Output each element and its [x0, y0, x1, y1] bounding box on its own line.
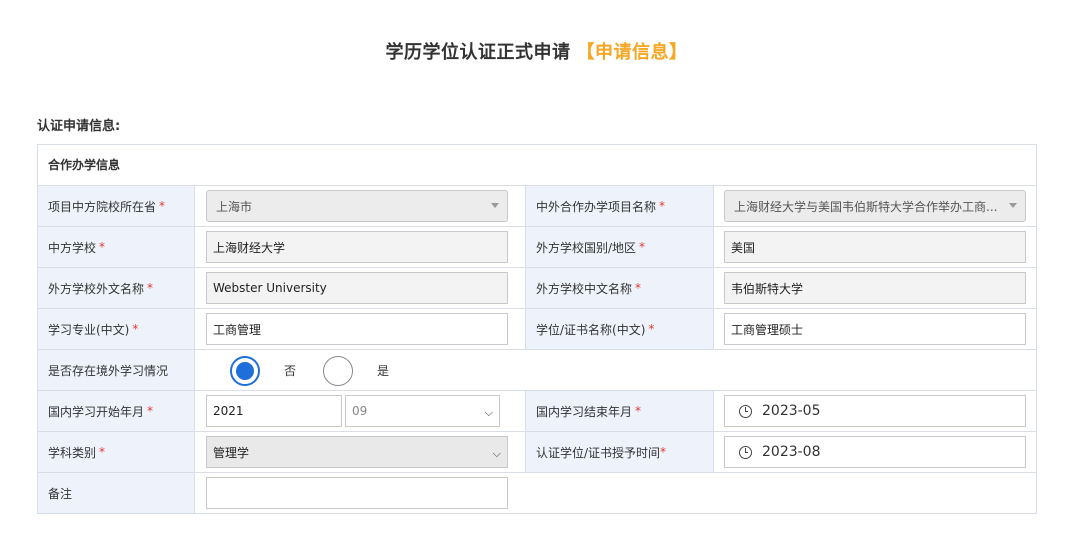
page-title: 学历学位认证正式申请 【申请信息】 [0, 38, 1073, 64]
required-mark: * [147, 281, 154, 295]
overseas-study-radio-yes[interactable] [323, 356, 353, 386]
required-mark: * [660, 445, 667, 459]
foreign-country-field[interactable]: 美国 [724, 231, 1026, 263]
clock-icon [739, 445, 752, 459]
foreign-country-label: 外方学校国别/地区 * [525, 227, 714, 267]
discipline-label: 学科类别 * [38, 432, 195, 472]
required-mark: * [132, 322, 139, 336]
required-mark: * [159, 199, 166, 213]
form-row-remarks: 备注 [38, 473, 1036, 513]
start-date-label: 国内学习开始年月 * [38, 391, 195, 431]
page-title-text: 学历学位认证正式申请 [385, 42, 571, 63]
overseas-study-radio-no[interactable] [230, 356, 260, 386]
discipline-select-value: 管理学 [213, 445, 250, 460]
required-mark: * [659, 199, 666, 213]
required-mark: * [639, 240, 646, 254]
major-label: 学习专业(中文) * [38, 309, 195, 349]
foreign-name-cn-label: 外方学校中文名称 * [525, 268, 714, 308]
page-title-accent: 【申请信息】 [576, 42, 688, 63]
chinese-school-label-text: 中方学校 [48, 240, 97, 255]
form-row-chinese-school: 中方学校 * 上海财经大学 外方学校国别/地区 * 美国 [38, 227, 1036, 268]
required-mark: * [648, 322, 655, 336]
start-year-input[interactable]: 2021 [206, 395, 342, 427]
remarks-input[interactable] [206, 477, 508, 509]
remarks-label: 备注 [38, 473, 195, 513]
project-name-select[interactable]: 上海财经大学与美国韦伯斯特大学合作举办工商... [724, 190, 1026, 222]
form-row-overseas-study: 是否存在境外学习情况 否 是 [38, 350, 1036, 391]
foreign-name-en-field[interactable]: Webster University [206, 272, 508, 304]
required-mark: * [635, 404, 642, 418]
start-date-label-text: 国内学习开始年月 [48, 404, 145, 419]
province-select[interactable]: 上海市 [206, 190, 508, 222]
province-select-value: 上海市 [216, 199, 253, 214]
overseas-study-label: 是否存在境外学习情况 [38, 350, 195, 390]
caret-down-icon [491, 203, 499, 208]
section-label: 认证申请信息: [37, 119, 121, 134]
chevron-down-icon: ⌵ [484, 406, 493, 419]
project-name-label: 中外合作办学项目名称 * [525, 186, 714, 226]
end-date-label-text: 国内学习结束年月 [536, 404, 633, 419]
province-label: 项目中方院校所在省 * [38, 186, 195, 226]
overseas-study-radio-yes-label[interactable]: 是 [377, 362, 389, 379]
start-month-value: 09 [352, 404, 368, 418]
form-row-study-dates: 国内学习开始年月 * 2021 09 ⌵ 国内学习结束年月 * 2023-05 [38, 391, 1036, 432]
foreign-country-label-text: 外方学校国别/地区 [536, 240, 637, 255]
foreign-name-en-label: 外方学校外文名称 * [38, 268, 195, 308]
award-date-label-text: 认证学位/证书授予时间 [536, 445, 661, 460]
award-date-label: 认证学位/证书授予时间 * [525, 432, 714, 472]
caret-down-icon [1009, 203, 1017, 208]
foreign-name-en-label-text: 外方学校外文名称 [48, 281, 145, 296]
project-name-label-text: 中外合作办学项目名称 [536, 199, 657, 214]
end-date-label: 国内学习结束年月 * [525, 391, 714, 431]
major-label-text: 学习专业(中文) [48, 322, 130, 337]
degree-name-input[interactable]: 工商管理硕士 [724, 313, 1026, 345]
chevron-down-icon: ⌵ [492, 447, 501, 460]
discipline-label-text: 学科类别 [48, 445, 97, 460]
form-row-foreign-name: 外方学校外文名称 * Webster University 外方学校中文名称 * 韦… [38, 268, 1036, 309]
project-name-select-value: 上海财经大学与美国韦伯斯特大学合作举办工商... [734, 199, 998, 214]
form-row-discipline: 学科类别 * 管理学 ⌵ 认证学位/证书授予时间 * 2023-08 [38, 432, 1036, 473]
end-date-value: 2023-05 [762, 403, 821, 419]
award-date-value: 2023-08 [762, 444, 821, 460]
form-header: 合作办学信息 [38, 145, 1036, 186]
required-mark: * [99, 240, 106, 254]
form-row-major: 学习专业(中文) * 工商管理 学位/证书名称(中文) * 工商管理硕士 [38, 309, 1036, 350]
end-date-picker[interactable]: 2023-05 [724, 395, 1026, 427]
form-row-province: 项目中方院校所在省 * 上海市 中外合作办学项目名称 * 上海财经大学与美国韦伯斯特… [38, 186, 1036, 227]
chinese-school-field[interactable]: 上海财经大学 [206, 231, 508, 263]
degree-name-label: 学位/证书名称(中文) * [525, 309, 714, 349]
discipline-select[interactable]: 管理学 ⌵ [206, 436, 508, 468]
chinese-school-label: 中方学校 * [38, 227, 195, 267]
required-mark: * [635, 281, 642, 295]
required-mark: * [147, 404, 154, 418]
foreign-name-cn-field[interactable]: 韦伯斯特大学 [724, 272, 1026, 304]
cooperation-form: 合作办学信息 项目中方院校所在省 * 上海市 中外合作办学项目名称 * 上海财经大学… [37, 144, 1037, 514]
clock-icon [739, 404, 752, 418]
major-input[interactable]: 工商管理 [206, 313, 508, 345]
province-label-text: 项目中方院校所在省 [48, 199, 157, 214]
overseas-study-radio-no-label[interactable]: 否 [284, 362, 296, 379]
required-mark: * [99, 445, 106, 459]
start-month-select[interactable]: 09 ⌵ [345, 395, 500, 427]
degree-name-label-text: 学位/证书名称(中文) [536, 322, 646, 337]
foreign-name-cn-label-text: 外方学校中文名称 [536, 281, 633, 296]
award-date-picker[interactable]: 2023-08 [724, 436, 1026, 468]
